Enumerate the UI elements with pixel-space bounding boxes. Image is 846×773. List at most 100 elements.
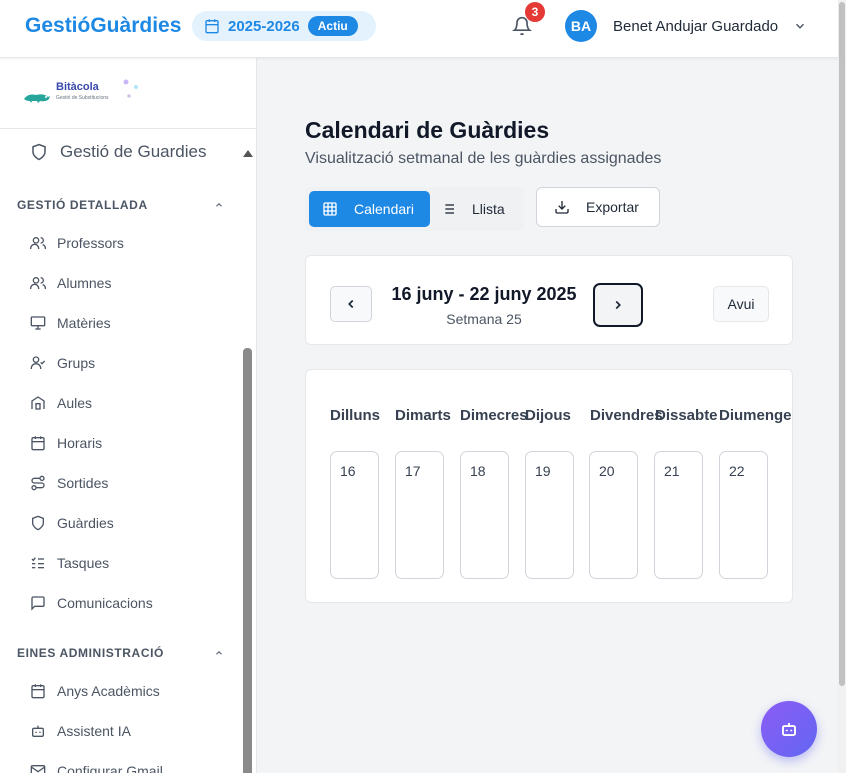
day-header-sunday: Diumenge [719,407,792,424]
sidebar-item-label: Tasques [57,555,110,571]
section-eines-administracio[interactable]: EINES ADMINISTRACIÓ [17,646,164,660]
logo-chameleon-icon [24,94,50,103]
logo-dots-icon [123,79,138,98]
day-header-friday: Divendres [590,407,663,424]
academic-year-label: 2025-2026 [228,17,300,35]
sidebar-item-grups[interactable]: Grups [30,355,95,371]
sidebar-item-sortides[interactable]: Sortides [30,475,108,491]
sidebar-item-assistent-ia[interactable]: Assistent IA [30,723,131,739]
sidebar-item-label: Assistent IA [57,723,131,739]
day-date: 18 [470,463,486,479]
day-cell-friday[interactable]: 20 [589,451,638,579]
day-header-saturday: Dissabte [655,407,718,424]
sidebar-item-alumnes[interactable]: Alumnes [30,275,111,291]
next-week-button[interactable] [593,283,643,327]
sidebar-item-guardies[interactable]: Guàrdies [30,515,114,531]
users-icon [30,237,46,249]
sidebar-scrollbar-thumb[interactable] [243,348,252,773]
calendar-icon [205,19,219,34]
day-date: 16 [340,463,356,479]
sidebar-item-gestio-guardies[interactable]: Gestió de Guardies [30,142,206,162]
sidebar-item-tasques[interactable]: Tasques [30,555,109,571]
day-cell-tuesday[interactable]: 17 [395,451,444,579]
avatar[interactable]: BA [565,10,597,42]
mail-icon [30,765,46,773]
sidebar-item-professors[interactable]: Professors [30,235,124,251]
top-bar: GestióGuàrdies 2025-2026 Actiu 3 BA Bene… [0,0,838,58]
sidebar-item-label: Configurar Gmail [57,763,163,773]
day-header-tuesday: Dimarts [395,407,451,424]
week-calendar: Dilluns Dimarts Dimecres Dijous Divendre… [305,369,793,603]
sidebar-item-configurar-gmail[interactable]: Configurar Gmail [30,763,163,773]
logo-title: Bitàcola [56,81,99,93]
presentation-icon [30,316,46,330]
sidebar-logo[interactable]: Bitàcola Gestió de Substitucions [0,58,256,129]
list-checks-icon [31,557,44,569]
sidebar-item-label: Anys Acadèmics [57,683,160,699]
day-cell-thursday[interactable]: 19 [525,451,574,579]
notification-count-badge: 3 [525,2,545,22]
week-range: 16 juny - 22 juny 2025 [391,284,577,304]
app-brand[interactable]: GestióGuàrdies [25,14,181,38]
academic-year-selector[interactable]: 2025-2026 Actiu [192,11,376,41]
grid-icon [323,202,337,216]
building-icon [31,396,45,410]
sidebar-item-aules[interactable]: Aules [30,395,92,411]
week-navigator: 16 juny - 22 juny 2025 Setmana 25 Avui [305,255,793,345]
view-toggle: Calendari Llista [305,187,524,231]
sidebar-item-label: Grups [57,355,96,371]
calendar-view-button[interactable]: Calendari [309,191,430,227]
sidebar-item-horaris[interactable]: Horaris [30,435,102,451]
page-scrollbar[interactable] [838,0,846,773]
export-label: Exportar [586,199,639,215]
sidebar-item-comunicacions[interactable]: Comunicacions [30,595,153,611]
user-name[interactable]: Benet Andujar Guardado [613,18,778,35]
list-view-button[interactable]: Llista [440,191,520,227]
day-date: 20 [599,463,615,479]
users-icon [30,277,46,289]
page-scrollbar-thumb[interactable] [839,2,845,686]
list-icon [442,204,454,214]
chevron-up-icon[interactable] [214,648,224,658]
day-cell-sunday[interactable]: 22 [719,451,768,579]
sidebar-item-label: Horaris [57,435,103,451]
ai-assistant-fab[interactable] [761,701,817,757]
calendar-icon [31,436,45,451]
sidebar-item-materies[interactable]: Matèries [30,315,111,331]
chevron-down-icon[interactable] [793,19,807,33]
day-date: 21 [664,463,680,479]
day-header-wednesday: Dimecres [460,407,528,424]
sidebar: Bitàcola Gestió de Substitucions Gestió … [0,58,257,773]
day-header-thursday: Dijous [525,407,571,424]
day-date: 17 [405,463,421,479]
calendar-view-label: Calendari [354,201,414,217]
route-icon [31,475,45,491]
day-cell-monday[interactable]: 16 [330,451,379,579]
sidebar-item-anys-academics[interactable]: Anys Acadèmics [30,683,160,699]
chevron-up-icon[interactable] [214,200,224,210]
bot-icon [32,725,44,737]
day-header-monday: Dilluns [330,407,381,424]
chevron-right-icon [615,300,621,310]
page-title: Calendari de Guàrdies [305,117,550,143]
calendar-icon [31,684,45,699]
scroll-up-arrow-icon[interactable] [243,150,253,157]
today-button[interactable]: Avui [713,286,769,322]
day-date: 22 [729,463,745,479]
previous-week-button[interactable] [330,286,372,322]
shield-icon [32,515,44,531]
sidebar-item-label: Professors [57,235,124,251]
download-icon [555,201,569,214]
day-cell-saturday[interactable]: 21 [654,451,703,579]
week-info: 16 juny - 22 juny 2025 Setmana 25 [372,256,596,346]
shield-icon [32,143,46,161]
sidebar-item-label: Alumnes [57,275,112,291]
message-icon [31,596,45,611]
day-cell-wednesday[interactable]: 18 [460,451,509,579]
bot-icon [782,723,796,736]
list-view-label: Llista [472,201,505,217]
section-gestio-detallada[interactable]: GESTIÓ DETALLADA [17,198,148,212]
page-subtitle: Visualització setmanal de les guàrdies a… [305,150,662,167]
sidebar-item-label: Guàrdies [57,515,114,531]
export-button[interactable]: Exportar [536,187,660,227]
